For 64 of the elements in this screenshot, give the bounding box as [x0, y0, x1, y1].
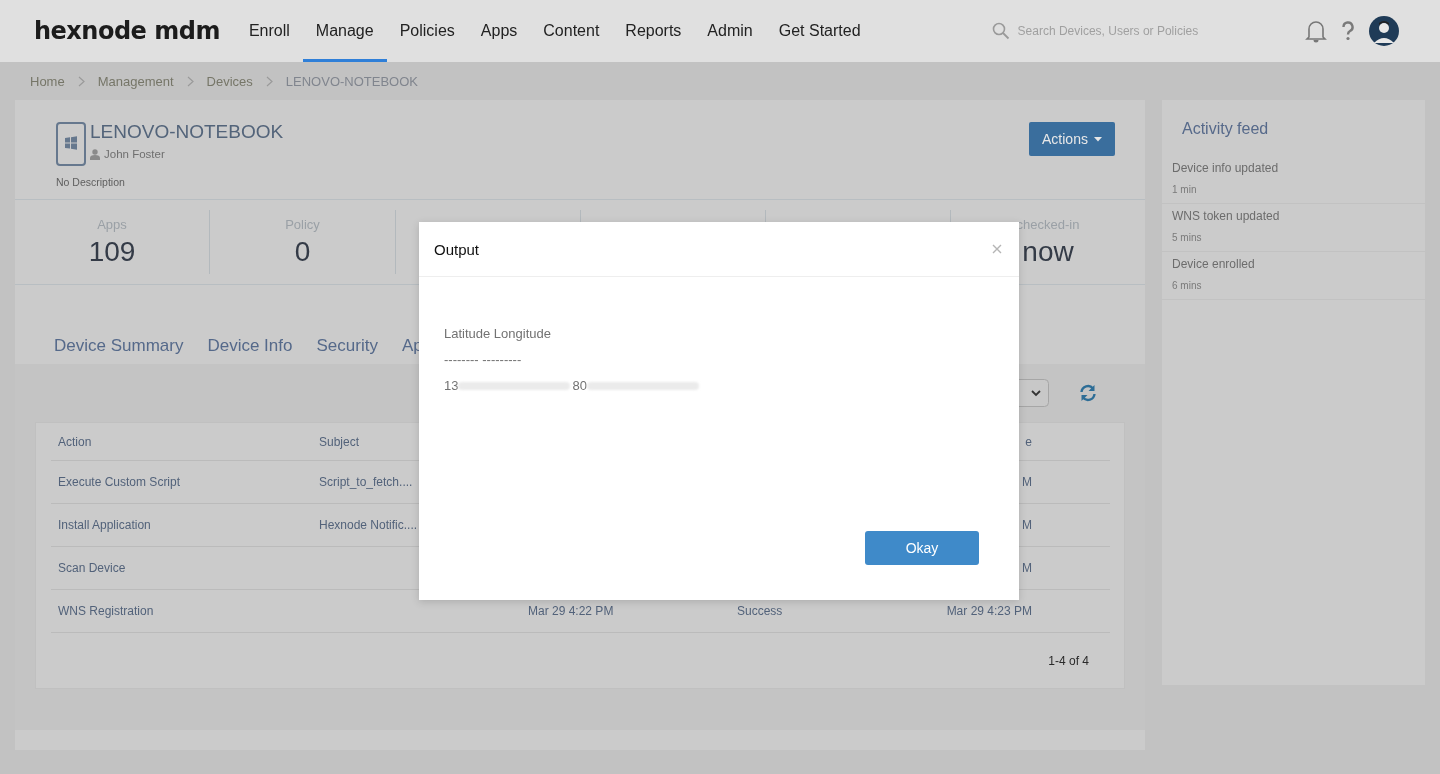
nav-item[interactable]: Policies — [386, 0, 468, 62]
tab[interactable]: Security — [316, 336, 378, 356]
stat-value: now — [1022, 236, 1074, 268]
breadcrumb-link[interactable]: Management — [97, 73, 174, 89]
table-cell-text: Install Application — [58, 518, 152, 532]
logo[interactable]: hexnode mdm — [34, 17, 220, 45]
activity-text: Device info updated — [1172, 161, 1280, 175]
activity-text: Device enrolled — [1172, 257, 1256, 271]
chevron-right-icon — [265, 75, 273, 87]
chevron-right-icon — [186, 75, 194, 87]
tab[interactable]: Device Summary — [54, 336, 184, 356]
nav-item[interactable]: Reports — [612, 0, 695, 62]
close-icon[interactable] — [992, 244, 1002, 254]
bell-icon[interactable] — [1305, 19, 1327, 43]
panel-title: Activity feed — [1181, 119, 1270, 139]
refresh-icon[interactable] — [1079, 384, 1097, 402]
pagination-text: 1-4 of 4 — [1048, 653, 1089, 668]
avatar-icon[interactable] — [1369, 16, 1399, 46]
activity-text: WNS token updated — [1172, 209, 1281, 223]
table-cell-text: Hexnode Notific.... — [319, 518, 419, 532]
table-cell-text: Success — [737, 604, 784, 618]
table-cell-text: WNS Registration — [58, 604, 155, 618]
output-text: -------- --------- — [444, 353, 523, 367]
column-header: Subject — [319, 434, 361, 449]
okay-button[interactable]: Okay — [865, 531, 979, 565]
search-field[interactable]: Search Devices, Users or Policies — [1017, 24, 1228, 38]
caret-down-icon — [1093, 136, 1102, 142]
table-cell-text: Mar 29 4:22 PM — [528, 604, 615, 618]
device-description: No Description — [56, 176, 126, 188]
nav-item[interactable]: Enroll — [235, 0, 303, 62]
breadcrumb-link[interactable]: Home — [30, 73, 65, 89]
table-cell-text: M — [1021, 475, 1032, 489]
nav-item[interactable]: Apps — [467, 0, 531, 62]
table-cell-text: Mar 29 4:23 PM — [945, 604, 1032, 618]
chevron-right-icon — [77, 75, 85, 87]
actions-button[interactable]: Actions — [1029, 122, 1115, 156]
table-cell-text: Script_to_fetch.... — [319, 475, 414, 489]
column-header: e — [1024, 434, 1032, 449]
activity-time: 1 min — [1172, 184, 1198, 195]
owner-name: John Foster — [104, 148, 165, 160]
breadcrumb-link[interactable]: Devices — [206, 73, 253, 89]
device-name: LENOVO-NOTEBOOK — [90, 122, 284, 142]
activity-time: 6 mins — [1172, 280, 1203, 291]
table-cell-text: Scan Device — [58, 561, 127, 575]
nav-item[interactable]: Manage — [302, 0, 387, 62]
coordinate-text: 13 — [444, 379, 459, 393]
tab[interactable]: Device Info — [207, 336, 293, 356]
nav-item[interactable]: Content — [530, 0, 613, 62]
nav-item[interactable]: Admin — [694, 0, 766, 62]
table-cell-text: Execute Custom Script — [58, 475, 182, 489]
user-icon — [90, 148, 100, 160]
help-icon[interactable] — [1341, 21, 1355, 41]
tablet-windows-icon — [56, 122, 86, 166]
stat-value: 109 — [88, 236, 136, 268]
table-cell-text: M — [1021, 561, 1032, 575]
output-text: Latitude Longitude — [444, 327, 552, 341]
coordinate-text: 80 — [572, 379, 587, 393]
nav-item[interactable]: Get Started — [765, 0, 874, 62]
column-header: Action — [58, 434, 93, 449]
dialog-title: Output — [434, 240, 480, 258]
table-cell-text: M — [1021, 518, 1032, 532]
activity-time: 5 mins — [1172, 232, 1203, 243]
stat-value: 0 — [294, 236, 311, 268]
search-icon — [991, 22, 1010, 40]
